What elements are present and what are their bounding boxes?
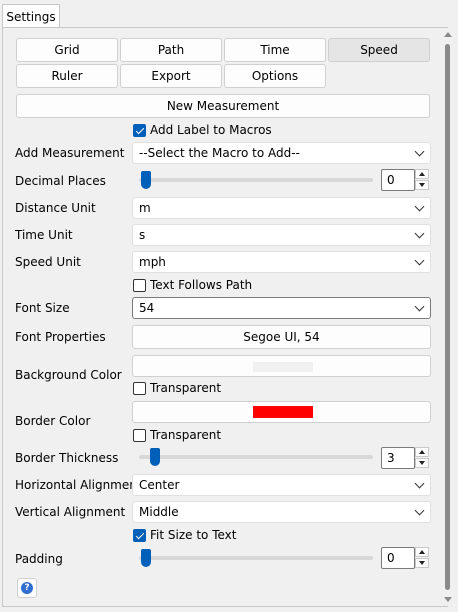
arrow-up-icon — [419, 450, 425, 454]
distance-unit-select[interactable]: m — [132, 197, 431, 219]
padding-spinbox[interactable]: 0 — [381, 547, 415, 569]
arrow-up-icon — [419, 172, 425, 176]
border-thickness-increment-button[interactable] — [415, 447, 429, 457]
border-color-button[interactable] — [132, 401, 431, 423]
scroll-up-icon[interactable] — [444, 32, 452, 37]
ruler-button[interactable]: Ruler — [16, 64, 118, 88]
border-thickness-spinbox[interactable]: 3 — [381, 447, 415, 469]
background-color-button[interactable] — [132, 355, 431, 377]
vertical-alignment-value: Middle — [139, 505, 179, 519]
tab-settings[interactable]: Settings — [2, 4, 60, 28]
padding-decrement-button[interactable] — [415, 558, 429, 568]
padding-slider-handle[interactable] — [141, 549, 151, 567]
chevron-down-icon — [414, 201, 425, 212]
distance-unit-value: m — [139, 201, 151, 215]
border-color-label: Border Color — [15, 414, 91, 428]
background-color-label: Background Color — [15, 368, 122, 382]
options-button[interactable]: Options — [224, 64, 326, 88]
border-thickness-slider-handle[interactable] — [150, 448, 160, 466]
fit-size-to-text-label: Fit Size to Text — [150, 528, 237, 542]
text-follows-path-checkbox[interactable] — [133, 279, 146, 292]
speed-unit-value: mph — [139, 255, 166, 269]
time-unit-value: s — [139, 228, 146, 242]
scrollbar-thumb[interactable] — [445, 44, 450, 590]
chevron-down-icon — [414, 255, 425, 266]
decimal-places-spinbox[interactable]: 0 — [381, 169, 415, 191]
font-size-label: Font Size — [15, 301, 70, 315]
font-properties-button[interactable]: Segoe UI, 54 — [132, 325, 431, 349]
arrow-down-icon — [419, 183, 425, 187]
fit-size-to-text-checkbox[interactable] — [133, 529, 146, 542]
chevron-down-icon — [414, 301, 425, 312]
vertical-alignment-label: Vertical Alignment — [15, 505, 126, 519]
speed-button[interactable]: Speed — [328, 38, 430, 62]
grid-button[interactable]: Grid — [16, 38, 118, 62]
time-unit-select[interactable]: s — [132, 224, 431, 246]
decimal-places-decrement-button[interactable] — [415, 180, 429, 190]
help-icon: ? — [21, 582, 33, 594]
border-transparent-checkbox[interactable] — [133, 429, 146, 442]
border-thickness-label: Border Thickness — [15, 451, 119, 465]
time-button[interactable]: Time — [224, 38, 326, 62]
scroll-down-icon[interactable] — [444, 597, 452, 602]
horizontal-alignment-label: Horizontal Alignment — [15, 478, 142, 492]
new-measurement-button[interactable]: New Measurement — [16, 94, 430, 118]
decimal-places-slider-handle[interactable] — [141, 171, 151, 189]
background-color-swatch — [253, 362, 313, 372]
text-follows-path-label: Text Follows Path — [150, 278, 253, 292]
chevron-down-icon — [414, 478, 425, 489]
horizontal-alignment-value: Center — [139, 478, 180, 492]
decimal-places-slider[interactable] — [139, 178, 373, 182]
padding-slider[interactable] — [139, 556, 373, 560]
add-label-to-macros-checkbox[interactable] — [133, 124, 146, 137]
background-transparent-label: Transparent — [150, 381, 222, 395]
add-measurement-value: --Select the Macro to Add-- — [139, 146, 300, 160]
chevron-down-icon — [414, 505, 425, 516]
arrow-down-icon — [419, 561, 425, 565]
border-thickness-value: 3 — [387, 451, 395, 465]
padding-value: 0 — [387, 551, 395, 565]
font-properties-label: Font Properties — [15, 330, 106, 344]
background-transparent-checkbox[interactable] — [133, 382, 146, 395]
distance-unit-label: Distance Unit — [15, 201, 96, 215]
padding-increment-button[interactable] — [415, 547, 429, 557]
speed-unit-label: Speed Unit — [15, 255, 81, 269]
path-button[interactable]: Path — [120, 38, 222, 62]
speed-unit-select[interactable]: mph — [132, 251, 431, 273]
decimal-places-value: 0 — [387, 173, 395, 187]
vertical-alignment-select[interactable]: Middle — [132, 501, 431, 523]
chevron-down-icon — [414, 228, 425, 239]
add-measurement-select[interactable]: --Select the Macro to Add-- — [132, 142, 431, 164]
border-thickness-slider[interactable] — [139, 455, 373, 459]
horizontal-alignment-select[interactable]: Center — [132, 474, 431, 496]
chevron-down-icon — [414, 146, 425, 157]
help-button[interactable]: ? — [17, 578, 37, 598]
arrow-down-icon — [419, 461, 425, 465]
border-color-swatch — [253, 406, 313, 418]
add-label-to-macros-label: Add Label to Macros — [150, 123, 272, 137]
decimal-places-label: Decimal Places — [15, 174, 106, 188]
padding-label: Padding — [15, 552, 63, 566]
border-thickness-decrement-button[interactable] — [415, 458, 429, 468]
add-measurement-label: Add Measurement — [15, 146, 125, 160]
font-size-combobox[interactable]: 54 — [132, 297, 431, 319]
arrow-up-icon — [419, 550, 425, 554]
time-unit-label: Time Unit — [15, 228, 73, 242]
vertical-scrollbar[interactable] — [441, 28, 455, 606]
border-transparent-label: Transparent — [150, 428, 222, 442]
decimal-places-increment-button[interactable] — [415, 169, 429, 179]
font-size-value: 54 — [139, 301, 155, 315]
export-button[interactable]: Export — [120, 64, 222, 88]
